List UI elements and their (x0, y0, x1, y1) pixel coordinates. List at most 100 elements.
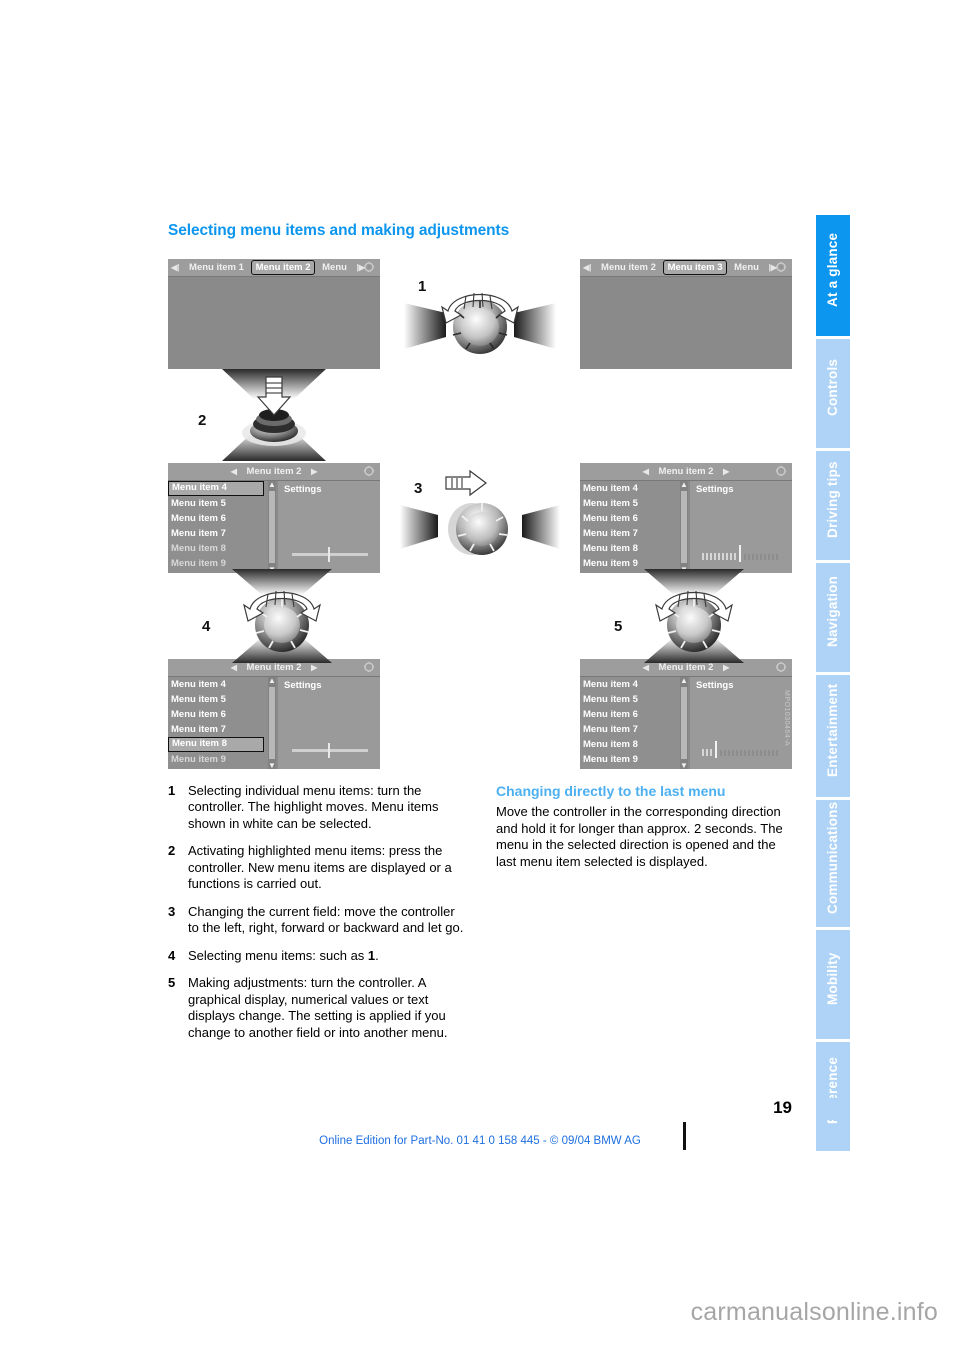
gear-icon[interactable] (363, 465, 375, 477)
tab-controls[interactable]: Controls (816, 336, 850, 448)
menu-item[interactable]: Menu item 7 (168, 526, 268, 541)
body-columns: 1 Selecting individual menu items: turn … (168, 783, 792, 1073)
step-text-post: . (375, 947, 379, 963)
menu-item[interactable]: Menu item 5 (580, 692, 680, 707)
settings-slider[interactable] (292, 546, 368, 562)
step-text: Making adjustments: turn the controller.… (188, 975, 448, 1040)
menu-item[interactable]: Menu item 5 (168, 692, 268, 707)
titlebar-item-left[interactable]: Menu item 2 (597, 259, 660, 276)
menu-item[interactable]: Menu item 9 (580, 752, 680, 767)
menu-item[interactable]: Menu item 6 (580, 511, 680, 526)
slider-knob[interactable] (328, 742, 330, 758)
titlebar-item-selected[interactable]: Menu item 2 (250, 259, 316, 275)
tab-rail-footer-stub (816, 1098, 850, 1120)
settings-barmeter[interactable] (702, 740, 782, 758)
menu-list[interactable]: Menu item 4 Menu item 5 Menu item 6 Menu… (168, 480, 268, 573)
prev-arrow-icon[interactable]: ◀| (580, 259, 594, 276)
next-arrow-icon[interactable]: ▶ (720, 463, 732, 480)
menu-list[interactable]: Menu item 4 Menu item 5 Menu item 6 Menu… (580, 480, 680, 573)
callout-number-4: 4 (202, 618, 211, 635)
scroll-thumb[interactable] (269, 490, 275, 563)
tab-reference[interactable]: Reference (816, 1039, 850, 1151)
titlebar-item-right[interactable]: Menu (730, 259, 763, 276)
gear-icon[interactable] (363, 261, 375, 273)
screen-titlebar: ◀| Menu item 1 Menu item 2 Menu |▶ (168, 258, 380, 277)
titlebar-item-left[interactable]: Menu item 1 (185, 259, 248, 276)
menu-item[interactable]: Menu item 6 (168, 511, 268, 526)
slider-knob[interactable] (328, 546, 330, 562)
menu-list[interactable]: Menu item 4 Menu item 5 Menu item 6 Menu… (580, 676, 680, 769)
settings-pane: Settings (278, 676, 380, 769)
screen-body: Menu item 4 Menu item 5 Menu item 6 Menu… (580, 676, 792, 769)
menu-item[interactable]: Menu item 8 (168, 541, 268, 556)
menu-item-highlighted[interactable]: Menu item 4 (580, 481, 680, 496)
tab-navigation[interactable]: Navigation (816, 560, 850, 672)
menu-item[interactable]: Menu item 6 (168, 707, 268, 722)
scroll-up-icon[interactable]: ▲ (268, 480, 276, 489)
step-text: Activating highlighted menu items: press… (188, 843, 452, 892)
menu-item[interactable]: Menu item 8 (580, 737, 680, 752)
tab-entertainment[interactable]: Entertainment (816, 672, 850, 797)
step-text: Selecting individual menu items: turn th… (188, 782, 439, 831)
scrollbar[interactable]: ▲ ▼ (680, 676, 688, 769)
titlebar-item-selected[interactable]: Menu item 3 (662, 259, 728, 275)
scroll-thumb[interactable] (681, 686, 687, 759)
gear-icon[interactable] (775, 661, 787, 673)
screen-body (168, 277, 380, 369)
next-arrow-icon[interactable]: ▶ (308, 463, 320, 480)
prev-arrow-icon[interactable]: ◀ (228, 463, 240, 480)
barmeter-cursor[interactable] (715, 740, 717, 758)
scroll-thumb[interactable] (269, 686, 275, 759)
tab-label: Driving tips (825, 461, 840, 538)
scroll-up-icon[interactable]: ▲ (268, 676, 276, 685)
scroll-down-icon[interactable]: ▼ (268, 761, 276, 769)
scrollbar[interactable]: ▲ ▼ (680, 480, 688, 573)
barmeter-cursor[interactable] (739, 544, 741, 562)
tab-label: At a glance (825, 232, 840, 307)
footer-copyright: Online Edition for Part-No. 01 41 0 158 … (319, 1135, 641, 1147)
menu-item[interactable]: Menu item 9 (168, 752, 268, 767)
settings-pane: Settings (690, 480, 792, 573)
tab-driving-tips[interactable]: Driving tips (816, 448, 850, 560)
menu-list[interactable]: Menu item 4 Menu item 5 Menu item 6 Menu… (168, 676, 268, 769)
scrollbar[interactable]: ▲ ▼ (268, 676, 276, 769)
settings-barmeter[interactable] (702, 544, 782, 562)
page-number: 19 (773, 1098, 792, 1117)
page-title: Selecting menu items and making adjustme… (168, 222, 510, 239)
step-item-4: 4 Selecting menu items: such as 1. (168, 948, 464, 965)
menu-item-highlighted[interactable]: Menu item 4 (580, 677, 680, 692)
scroll-thumb[interactable] (681, 490, 687, 563)
prev-arrow-icon[interactable]: ◀| (168, 259, 182, 276)
menu-item[interactable]: Menu item 7 (580, 526, 680, 541)
site-watermark: carmanualsonline.info (690, 1298, 938, 1326)
menu-item[interactable]: Menu item 8 (580, 541, 680, 556)
scroll-down-icon[interactable]: ▼ (680, 761, 688, 769)
scrollbar[interactable]: ▲ ▼ (268, 480, 276, 573)
idrive-screen-mid-right: ◀ Menu item 2 ▶ Menu item 4 Menu item 5 … (580, 462, 792, 573)
scroll-up-icon[interactable]: ▲ (680, 676, 688, 685)
gear-icon[interactable] (363, 661, 375, 673)
tab-mobility[interactable]: Mobility (816, 927, 850, 1039)
gear-icon[interactable] (775, 261, 787, 273)
menu-item[interactable]: Menu item 7 (168, 722, 268, 737)
tab-communications[interactable]: Communications (816, 797, 850, 927)
menu-item[interactable]: Menu item 7 (580, 722, 680, 737)
menu-item[interactable]: Menu item 5 (580, 496, 680, 511)
titlebar-item-right[interactable]: Menu (318, 259, 351, 276)
screen-body: Menu item 4 Menu item 5 Menu item 6 Menu… (168, 676, 380, 769)
settings-slider[interactable] (292, 742, 368, 758)
menu-item[interactable]: Menu item 5 (168, 496, 268, 511)
scroll-up-icon[interactable]: ▲ (680, 480, 688, 489)
screen-titlebar: ◀| Menu item 2 Menu item 3 Menu |▶ (580, 258, 792, 277)
menu-item-highlighted[interactable]: Menu item 8 (168, 736, 264, 752)
controller-illustration-4: 4 (194, 568, 362, 663)
tab-label: Controls (825, 358, 840, 417)
tab-at-a-glance[interactable]: At a glance (816, 212, 850, 336)
menu-item[interactable]: Menu item 4 (168, 677, 268, 692)
gear-icon[interactable] (775, 465, 787, 477)
menu-item-highlighted[interactable]: Menu item 4 (168, 480, 264, 496)
menu-item[interactable]: Menu item 6 (580, 707, 680, 722)
idrive-screen-bottom-left: ◀ Menu item 2 ▶ Menu item 4 Menu item 5 … (168, 658, 380, 769)
controller-illustration-3: 3 (400, 463, 560, 573)
prev-arrow-icon[interactable]: ◀ (640, 463, 652, 480)
